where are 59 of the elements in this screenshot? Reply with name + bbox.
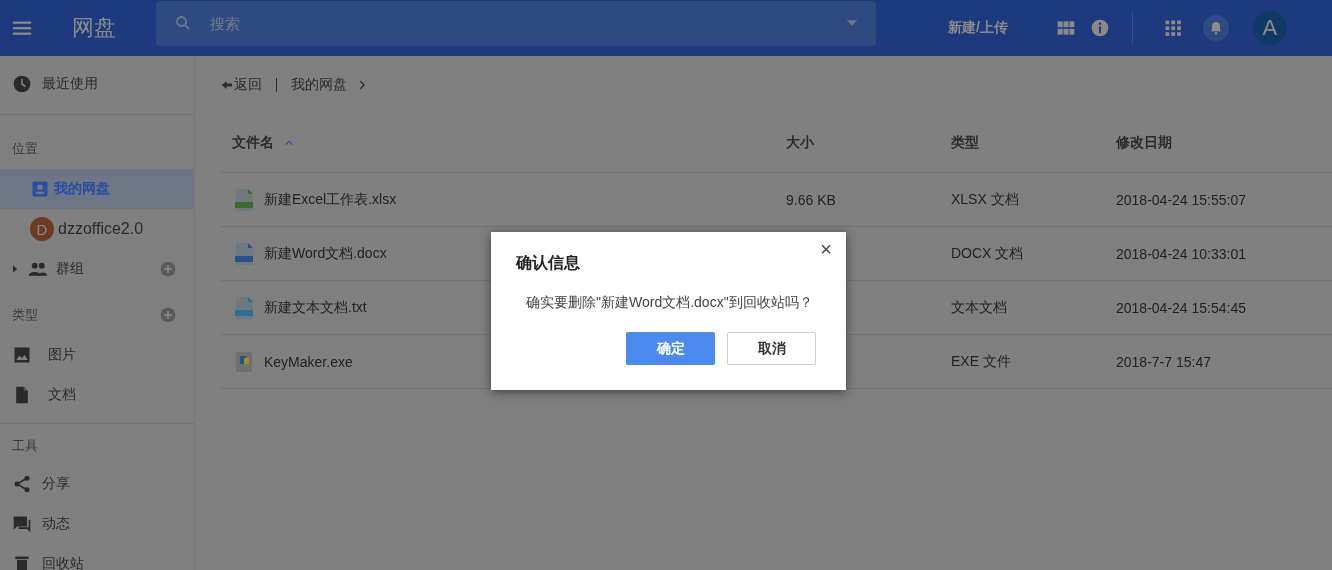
- file-type: DOCX 文档: [951, 244, 1024, 263]
- collapse-arrow-icon[interactable]: [10, 264, 20, 274]
- section-heading: 工具: [12, 437, 38, 455]
- file-name[interactable]: 新建文本文档.txt: [264, 298, 367, 317]
- cancel-button[interactable]: 取消: [727, 332, 816, 365]
- file-type: EXE 文件: [951, 352, 1011, 371]
- sidebar-item[interactable]: D dzzoffice2.0: [0, 209, 194, 249]
- dialog-message: 确实要删除"新建Word文档.docx"到回收站吗？: [525, 294, 814, 312]
- sidebar-item[interactable]: 分享: [0, 464, 194, 504]
- confirm-button[interactable]: 确定: [626, 332, 715, 365]
- breadcrumb-link[interactable]: 我的网盘: [291, 76, 347, 94]
- sidebar-item[interactable]: 最近使用: [0, 64, 194, 104]
- file-name[interactable]: KeyMaker.exe: [264, 353, 353, 370]
- sidebar-item[interactable]: 群组: [0, 249, 194, 289]
- image-icon: [12, 345, 32, 365]
- file-type: XLSX 文档: [951, 190, 1019, 209]
- sidebar-item[interactable]: 图片: [0, 335, 194, 375]
- add-icon[interactable]: [160, 261, 176, 277]
- info-icon[interactable]: [1089, 18, 1110, 38]
- person-card-icon: [30, 179, 50, 199]
- notification-button[interactable]: [1202, 15, 1229, 41]
- section-heading: 类型: [12, 306, 38, 324]
- column-header[interactable]: 大小: [775, 134, 940, 152]
- back-arrow-icon: [221, 79, 233, 91]
- search-input[interactable]: 搜索: [208, 13, 844, 33]
- chevron-right-icon: [357, 80, 367, 90]
- file-icon: [232, 187, 256, 212]
- trash-icon: [12, 554, 32, 570]
- upload-button[interactable]: 新建/上传: [944, 15, 1012, 41]
- column-header[interactable]: 类型: [940, 134, 1105, 152]
- add-icon[interactable]: [160, 307, 176, 323]
- column-header[interactable]: 文件名: [221, 134, 775, 152]
- chat-icon: [12, 514, 32, 534]
- section-heading: 位置: [12, 140, 38, 158]
- modified-date: 2018-04-24 10:33:01: [1116, 245, 1246, 262]
- modified-date: 2018-7-7 15:47: [1116, 353, 1211, 370]
- sidebar-item[interactable]: 文档: [0, 375, 194, 415]
- file-name[interactable]: 新建Excel工作表.xlsx: [264, 190, 397, 209]
- sidebar-item[interactable]: 回收站: [0, 544, 194, 570]
- back-link[interactable]: 返回: [221, 76, 262, 94]
- sidebar-item[interactable]: 动态: [0, 504, 194, 544]
- clock-icon: [12, 74, 32, 94]
- file-icon: [232, 295, 256, 320]
- app-title: 网盘: [72, 14, 117, 42]
- file-type: 文本文档: [951, 298, 1007, 317]
- account-avatar: D: [30, 217, 54, 241]
- grid-view-icon[interactable]: [1055, 18, 1076, 38]
- dialog-title: 确认信息: [516, 253, 580, 273]
- user-avatar[interactable]: A: [1252, 11, 1287, 45]
- file-icon: [232, 241, 256, 266]
- file-name[interactable]: 新建Word文档.docx: [264, 244, 387, 263]
- search-field[interactable]: 搜索: [156, 0, 876, 46]
- search-icon: [174, 14, 192, 32]
- share-icon: [12, 474, 32, 494]
- close-button[interactable]: ×: [818, 240, 834, 258]
- modified-date: 2018-04-24 15:54:45: [1116, 299, 1246, 316]
- file-size: 9.66 KB: [786, 191, 836, 208]
- column-header[interactable]: 修改日期: [1105, 134, 1332, 152]
- modified-date: 2018-04-24 15:55:07: [1116, 191, 1246, 208]
